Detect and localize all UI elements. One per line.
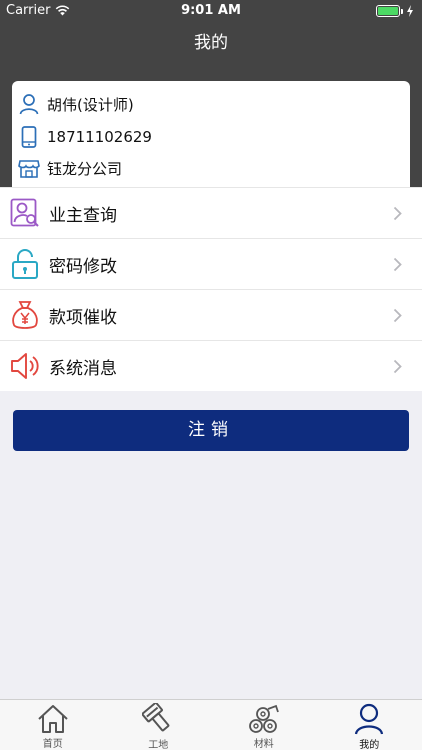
chevron-right-icon [393, 257, 402, 272]
tab-construction[interactable]: 工地 [106, 700, 212, 750]
tab-materials[interactable]: 材料 [211, 700, 317, 750]
tab-home[interactable]: 首页 [0, 700, 106, 750]
battery-indicator [376, 5, 414, 17]
menu-item-owner-search[interactable]: 业主查询 [0, 187, 422, 238]
profile-phone: 18711102629 [47, 128, 152, 146]
page-title: 我的 [194, 33, 228, 53]
settings-menu: 业主查询 密码修改 款项催收 系统消息 [0, 187, 422, 391]
menu-item-label: 业主查询 [49, 205, 117, 226]
profile-company-row: 钰龙分公司 [18, 154, 122, 182]
menu-item-label: 密码修改 [49, 256, 117, 277]
battery-icon [376, 5, 400, 17]
phone-icon [18, 126, 40, 148]
tab-label: 工地 [148, 740, 169, 750]
chevron-right-icon [393, 359, 402, 374]
menu-item-change-password[interactable]: 密码修改 [0, 238, 422, 289]
navigation-bar: 我的 [0, 22, 422, 64]
profile-name: 胡伟(设计师) [47, 95, 134, 114]
profile-phone-row: 18711102629 [18, 123, 152, 151]
chevron-right-icon [393, 308, 402, 323]
menu-item-label: 款项催收 [49, 307, 117, 328]
profile-card: 胡伟(设计师) 18711102629 钰龙分公司 [12, 81, 410, 188]
lock-icon [10, 249, 40, 279]
status-bar: Carrier 9:01 AM [0, 0, 422, 22]
construction-icon [142, 703, 174, 735]
tab-label: 材料 [253, 739, 274, 750]
money-bag-icon [10, 300, 40, 330]
owner-search-icon [10, 198, 40, 228]
menu-item-label: 系统消息 [49, 358, 117, 379]
profile-name-row: 胡伟(设计师) [18, 90, 134, 118]
clock: 9:01 AM [181, 3, 241, 18]
speaker-icon [10, 351, 40, 381]
charging-icon [407, 5, 413, 17]
chevron-right-icon [393, 206, 402, 221]
tab-label: 我的 [359, 740, 380, 750]
tab-label: 首页 [42, 739, 63, 750]
store-icon [18, 158, 40, 178]
menu-item-payment-collection[interactable]: 款项催收 [0, 289, 422, 340]
menu-item-system-messages[interactable]: 系统消息 [0, 340, 422, 391]
user-icon [18, 93, 40, 115]
materials-icon [248, 703, 280, 734]
tab-bar: 首页 工地 材料 我的 [0, 699, 422, 750]
home-icon [37, 703, 69, 734]
tab-profile[interactable]: 我的 [317, 700, 422, 750]
profile-icon [354, 703, 384, 735]
profile-company: 钰龙分公司 [47, 159, 123, 178]
logout-button[interactable]: 注销 [13, 410, 409, 451]
